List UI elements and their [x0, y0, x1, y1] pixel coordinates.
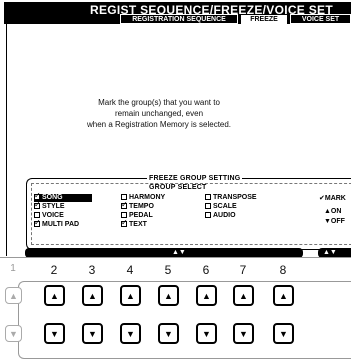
button-1-down[interactable]: ▼ [5, 325, 22, 342]
group-select-frame [31, 183, 351, 245]
button-1-up[interactable]: ▲ [5, 287, 22, 304]
button-7-up[interactable]: ▲ [233, 285, 254, 306]
group-select-subtitle: GROUP SELECT [147, 184, 209, 191]
message-line: Mark the group(s) that you want to [98, 98, 220, 107]
button-4-down[interactable]: ▼ [120, 323, 141, 344]
checkbox-box [121, 201, 128, 209]
button-2-up[interactable]: ▲ [44, 285, 65, 306]
scroll-arrows-icon: ▲▼ [172, 249, 186, 256]
off-label: ▼OFF [324, 218, 345, 225]
button-2-down[interactable]: ▼ [44, 323, 65, 344]
button-8-up[interactable]: ▲ [273, 285, 294, 306]
button-number-7: 7 [239, 263, 247, 277]
group-audio-checkbox[interactable]: AUDIO [205, 212, 236, 220]
button-number-3: 3 [88, 263, 96, 277]
button-number-5: 5 [164, 263, 172, 277]
panel-divider [0, 257, 351, 258]
tab-registration-sequence[interactable]: REGISTRATION SEQUENCE [120, 14, 238, 24]
group-song-checkbox[interactable]: SONG [34, 192, 92, 202]
button-6-up[interactable]: ▲ [196, 285, 217, 306]
button-8-down[interactable]: ▼ [273, 323, 294, 344]
button-number-1: 1 [10, 263, 16, 274]
button-3-up[interactable]: ▲ [82, 285, 103, 306]
group-label: TEXT [129, 221, 147, 228]
message-line: remain unchanged, even [114, 109, 204, 118]
checkbox-box [205, 212, 211, 218]
group-label: MULTI PAD [42, 221, 80, 228]
button-number-4: 4 [126, 263, 134, 277]
button-3-down[interactable]: ▼ [82, 323, 103, 344]
freeze-group-title: FREEZE GROUP SETTING [147, 175, 243, 182]
group-label: SONG [42, 194, 63, 201]
group-label: PEDAL [129, 212, 153, 219]
message-line: when a Registration Memory is selected. [86, 120, 232, 129]
button-number-6: 6 [202, 263, 210, 277]
button-4-up[interactable]: ▲ [120, 285, 141, 306]
button-7-down[interactable]: ▼ [233, 323, 254, 344]
group-label: TEMPO [129, 203, 154, 210]
checkbox-box [34, 219, 41, 227]
group-label: STYLE [42, 203, 65, 210]
group-multi-pad-checkbox[interactable]: MULTI PAD [34, 219, 80, 229]
checkbox-box [205, 203, 211, 209]
checkbox-box [205, 194, 211, 200]
button-number-2: 2 [50, 263, 58, 277]
group-label: TRANSPOSE [213, 194, 257, 201]
updown-arrows-icon: ▲▼ [323, 249, 337, 256]
button-6-down[interactable]: ▼ [196, 323, 217, 344]
button-5-down[interactable]: ▼ [158, 323, 179, 344]
group-style-checkbox[interactable]: STYLE [34, 201, 65, 211]
group-tempo-checkbox[interactable]: TEMPO [121, 201, 154, 211]
button-number-8: 8 [279, 263, 287, 277]
checkbox-box [34, 201, 41, 209]
tab-voice-set[interactable]: VOICE SET [290, 14, 351, 24]
freeze-group-panel: FREEZE GROUP SETTING GROUP SELECT SONG S… [26, 175, 351, 250]
group-label: HARMONY [129, 194, 166, 201]
button-5-up[interactable]: ▲ [158, 285, 179, 306]
checkbox-box [121, 219, 128, 227]
instruction-message: Mark the group(s) that you want to remai… [74, 97, 244, 130]
group-text-checkbox[interactable]: TEXT [121, 219, 147, 229]
on-label: ▲ON [324, 208, 342, 215]
group-label: AUDIO [213, 212, 236, 219]
mark-label: ✔MARK [319, 195, 346, 202]
button-bracket [18, 281, 351, 359]
group-transpose-checkbox[interactable]: TRANSPOSE [205, 194, 257, 202]
tab-freeze[interactable]: FREEZE [240, 14, 288, 24]
group-label: VOICE [42, 212, 64, 219]
group-label: SCALE [213, 203, 237, 210]
group-scale-checkbox[interactable]: SCALE [205, 203, 237, 211]
